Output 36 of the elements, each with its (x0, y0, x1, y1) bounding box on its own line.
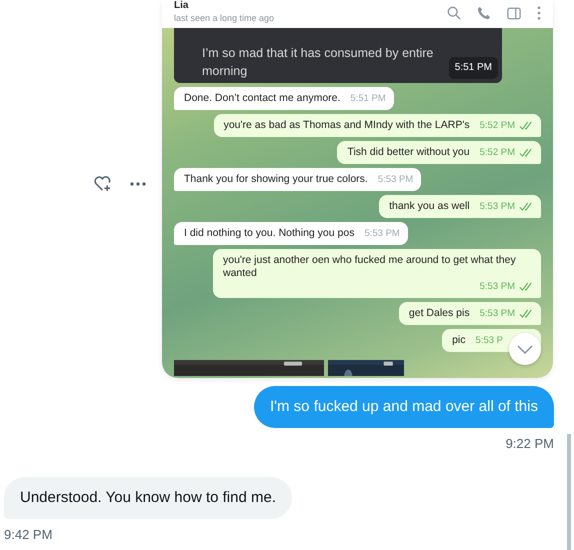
message-time: 5:53 PM (480, 200, 515, 213)
message-text: you're as bad as Thomas and MIndy with the LARP's (224, 119, 470, 132)
message-text: I'm so fucked up and mad over all of this (270, 398, 538, 415)
message-text: pic (452, 334, 466, 347)
message-time: 5:52 PM (480, 119, 515, 132)
message-text: Tish did better without you (347, 146, 470, 159)
more-icon[interactable] (130, 182, 146, 186)
kebab-menu-icon[interactable] (537, 6, 541, 20)
message-text: Done. Don’t contact me anymore. (184, 92, 340, 105)
shared-screenshot[interactable] (162, 0, 553, 378)
message-text: Thank you for showing your true colors. (184, 173, 368, 186)
message-time: 9:42 PM (4, 527, 52, 542)
phone-icon[interactable] (477, 6, 491, 20)
message-time: 5:53 PM (378, 173, 414, 186)
search-icon[interactable] (447, 6, 461, 20)
heart-plus-icon[interactable] (93, 175, 112, 192)
message-time: 5:53 PM (480, 280, 515, 293)
message-text: you're just another oen who fucked me around to get what they wanted (223, 254, 517, 280)
scrollbar[interactable] (567, 434, 571, 550)
message-text: get Dales pis (408, 307, 470, 320)
message-time: 5:53 PM (364, 227, 400, 240)
message-time: 5:51 PM (448, 57, 498, 79)
sidebar-icon[interactable] (507, 6, 521, 20)
scroll-down-button[interactable] (509, 333, 541, 365)
message-time: 5:51 PM (350, 92, 386, 105)
message-text: thank you as well (389, 200, 470, 213)
message-time: 5:52 PM (480, 146, 515, 159)
message-time: 5:53 P (476, 334, 503, 347)
message-text: Understood. You know how to find me. (20, 489, 276, 506)
message-time: 5:53 PM (480, 307, 515, 320)
message-text: I’m so mad that it has consumed by entire morning (202, 45, 434, 80)
message-time: 9:22 PM (506, 436, 554, 451)
message-text: I did nothing to you. Nothing you pos (184, 227, 354, 240)
chevron-down-icon (517, 344, 533, 354)
contact-status: last seen a long time ago (174, 12, 274, 25)
contact-name: Lia (174, 0, 190, 11)
